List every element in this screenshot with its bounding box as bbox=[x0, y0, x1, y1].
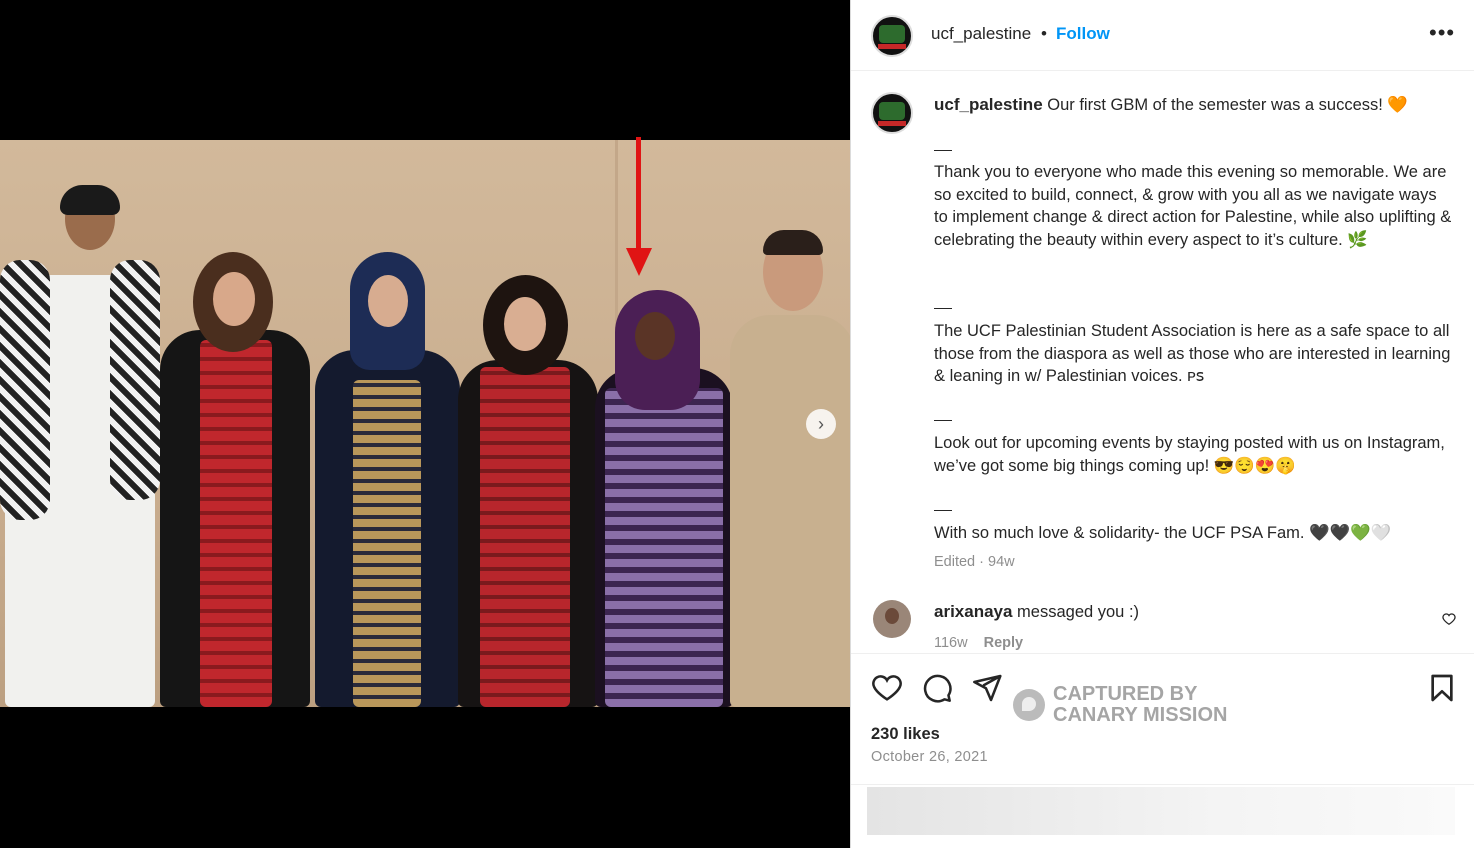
caption-separator bbox=[934, 510, 952, 511]
caption-paragraph: With so much love & solidarity- the UCF … bbox=[934, 524, 1392, 542]
header-separator: • bbox=[1041, 24, 1047, 43]
comment-text: messaged you :) bbox=[1017, 603, 1140, 621]
person-figure bbox=[315, 250, 460, 707]
annotation-arrow-head bbox=[626, 248, 652, 276]
follow-button[interactable]: Follow bbox=[1056, 24, 1110, 44]
watermark-line: CAPTURED BY bbox=[1053, 683, 1198, 705]
caption-first-line: ucf_palestine Our first GBM of the semes… bbox=[934, 94, 1454, 117]
post-media: › bbox=[0, 0, 850, 848]
comment-username[interactable]: arixanaya bbox=[934, 602, 1012, 621]
caption-paragraph: Thank you to everyone who made this even… bbox=[934, 163, 1452, 249]
person-figure bbox=[590, 288, 735, 707]
canary-logo-icon bbox=[1013, 689, 1045, 721]
heart-icon[interactable] bbox=[871, 672, 903, 704]
caption-paragraph: Look out for upcoming events by staying … bbox=[934, 434, 1445, 475]
post-header: ucf_palestine • Follow ••• bbox=[851, 0, 1474, 71]
caption-area: ucf_palestine Our first GBM of the semes… bbox=[851, 72, 1474, 652]
annotation-arrow bbox=[636, 137, 641, 252]
likes-count[interactable]: 230 likes bbox=[871, 725, 940, 744]
profile-avatar[interactable] bbox=[871, 15, 913, 57]
post-actions: CAPTURED BY CANARY MISSION 230 likes Oct… bbox=[851, 653, 1474, 849]
reply-button[interactable]: Reply bbox=[984, 635, 1024, 651]
caption-separator bbox=[934, 308, 952, 309]
post-date: October 26, 2021 bbox=[871, 749, 988, 765]
comment-like-icon[interactable] bbox=[1442, 612, 1456, 626]
caption-paragraph: The UCF Palestinian Student Association … bbox=[934, 322, 1451, 385]
caption-meta: Edited · 94w bbox=[934, 554, 1015, 570]
divider bbox=[851, 784, 1474, 785]
comment-time: 116w bbox=[934, 635, 968, 651]
person-figure bbox=[155, 250, 315, 707]
carousel-next-button[interactable]: › bbox=[806, 409, 836, 439]
watermark-line: CANARY MISSION bbox=[1053, 704, 1228, 726]
person-figure bbox=[730, 230, 850, 707]
caption-intro: Our first GBM of the semester was a succ… bbox=[1047, 96, 1408, 114]
share-icon[interactable] bbox=[971, 672, 1003, 704]
watermark-text: CAPTURED BY CANARY MISSION bbox=[1053, 684, 1227, 726]
header-username[interactable]: ucf_palestine bbox=[931, 24, 1031, 44]
more-icon[interactable]: ••• bbox=[1429, 20, 1455, 46]
caption-username[interactable]: ucf_palestine bbox=[934, 95, 1043, 114]
post-photo[interactable] bbox=[0, 140, 850, 707]
comment-input[interactable] bbox=[867, 787, 1455, 835]
comment: arixanaya messaged you :) bbox=[934, 601, 1454, 624]
watermark: CAPTURED BY CANARY MISSION bbox=[1013, 684, 1227, 726]
person-figure bbox=[0, 185, 165, 707]
post-side-panel: ucf_palestine • Follow ••• ucf_palestine… bbox=[850, 0, 1474, 848]
commenter-avatar[interactable] bbox=[873, 600, 911, 638]
caption-avatar[interactable] bbox=[871, 92, 913, 134]
comment-meta: 116w Reply bbox=[934, 632, 1454, 652]
person-figure bbox=[458, 275, 598, 707]
bookmark-icon[interactable] bbox=[1426, 672, 1458, 704]
caption-separator bbox=[934, 150, 952, 151]
comment-icon[interactable] bbox=[921, 672, 953, 704]
caption-separator bbox=[934, 420, 952, 421]
chevron-right-icon: › bbox=[818, 413, 824, 434]
